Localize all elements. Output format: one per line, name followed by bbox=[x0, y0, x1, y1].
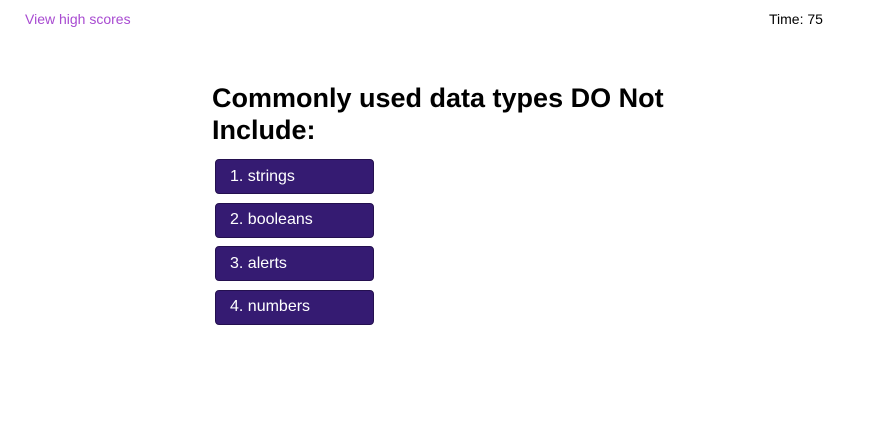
quiz-page: View high scores Time: 75 Commonly used … bbox=[0, 0, 873, 435]
view-high-scores-link[interactable]: View high scores bbox=[25, 11, 131, 27]
quiz-card: Commonly used data types DO Not Include:… bbox=[212, 82, 672, 333]
timer-display: Time: 75 bbox=[769, 11, 823, 27]
question-text: Commonly used data types DO Not Include: bbox=[212, 83, 664, 145]
answer-choices-list: 1. strings 2. booleans 3. alerts 4. numb… bbox=[212, 159, 672, 325]
answer-choice-alerts[interactable]: 3. alerts bbox=[215, 246, 374, 281]
answer-choice-strings[interactable]: 1. strings bbox=[215, 159, 374, 194]
answer-choice-numbers[interactable]: 4. numbers bbox=[215, 289, 374, 325]
answer-choice-booleans[interactable]: 2. booleans bbox=[215, 202, 374, 238]
